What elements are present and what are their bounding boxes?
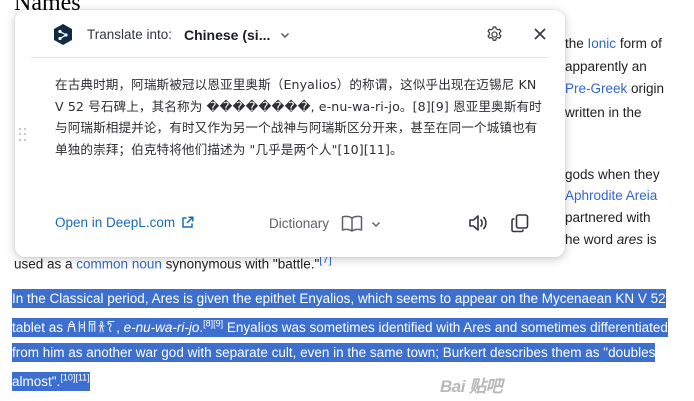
open-in-deepl-label: Open in DeepL.com xyxy=(55,215,176,230)
speaker-icon[interactable] xyxy=(467,212,489,234)
article-link[interactable]: Pre-Greek xyxy=(565,81,627,96)
popup-footer: Open in DeepL.com Dictionary xyxy=(15,206,565,242)
background-text-line: gods when they xyxy=(565,167,660,182)
copy-icon[interactable] xyxy=(509,212,531,234)
deepl-translation-popup: Translate into: Chinese (si... 在古典时期，阿瑞斯… xyxy=(15,10,565,257)
deepl-logo-icon xyxy=(54,24,72,45)
reference-link[interactable]: [10][11] xyxy=(60,372,89,382)
open-in-deepl-link[interactable]: Open in DeepL.com xyxy=(55,215,194,230)
book-icon xyxy=(341,215,363,232)
background-text-line: the Ionic form of xyxy=(565,36,662,51)
background-text-line: written in the xyxy=(565,105,642,120)
divider xyxy=(31,57,549,58)
selected-paragraph[interactable]: In the Classical period, Ares is given t… xyxy=(12,287,676,394)
chevron-down-icon xyxy=(372,221,381,227)
close-icon[interactable] xyxy=(533,27,547,41)
text-segment: used as a xyxy=(14,256,77,272)
background-text-line: Aphrodite Areia xyxy=(565,187,657,205)
popup-header: Translate into: Chinese (si... xyxy=(15,10,565,58)
reference-link[interactable]: [8][9] xyxy=(203,319,223,329)
background-text-line: apparently an xyxy=(565,59,647,74)
background-text-line: he word ares is xyxy=(565,232,657,247)
background-text-line: Pre-Greek origin xyxy=(565,81,665,96)
background-text-line: partnered with xyxy=(565,210,651,225)
gear-icon[interactable] xyxy=(485,25,504,44)
target-language-value: Chinese (si... xyxy=(184,27,271,43)
linear-b-text: 𐀁𐀝𐀷𐀪𐀍 xyxy=(66,320,117,336)
article-link[interactable]: Ionic xyxy=(588,36,617,51)
translate-into-label: Translate into: xyxy=(87,27,173,42)
baidu-tieba-watermark: Bai 贴吧 xyxy=(440,377,503,396)
translation-text: 在古典时期，阿瑞斯被冠以恩亚里奥斯（Enyalios）的称谓，这似乎出现在迈锡尼… xyxy=(55,77,542,157)
article-link[interactable]: Aphrodite Areia xyxy=(565,188,657,203)
dictionary-label: Dictionary xyxy=(269,216,330,231)
chevron-down-icon xyxy=(281,33,290,38)
transliteration: e-nu-wa-ri-jo xyxy=(123,320,200,335)
text-segment: synonymous with "battle." xyxy=(161,256,320,272)
common-noun-link[interactable]: common noun xyxy=(76,257,162,272)
target-language-select[interactable]: Chinese (si... xyxy=(184,25,290,45)
external-link-icon xyxy=(182,216,194,228)
dictionary-toggle[interactable]: Dictionary xyxy=(269,215,381,232)
drag-handle[interactable] xyxy=(19,128,27,142)
